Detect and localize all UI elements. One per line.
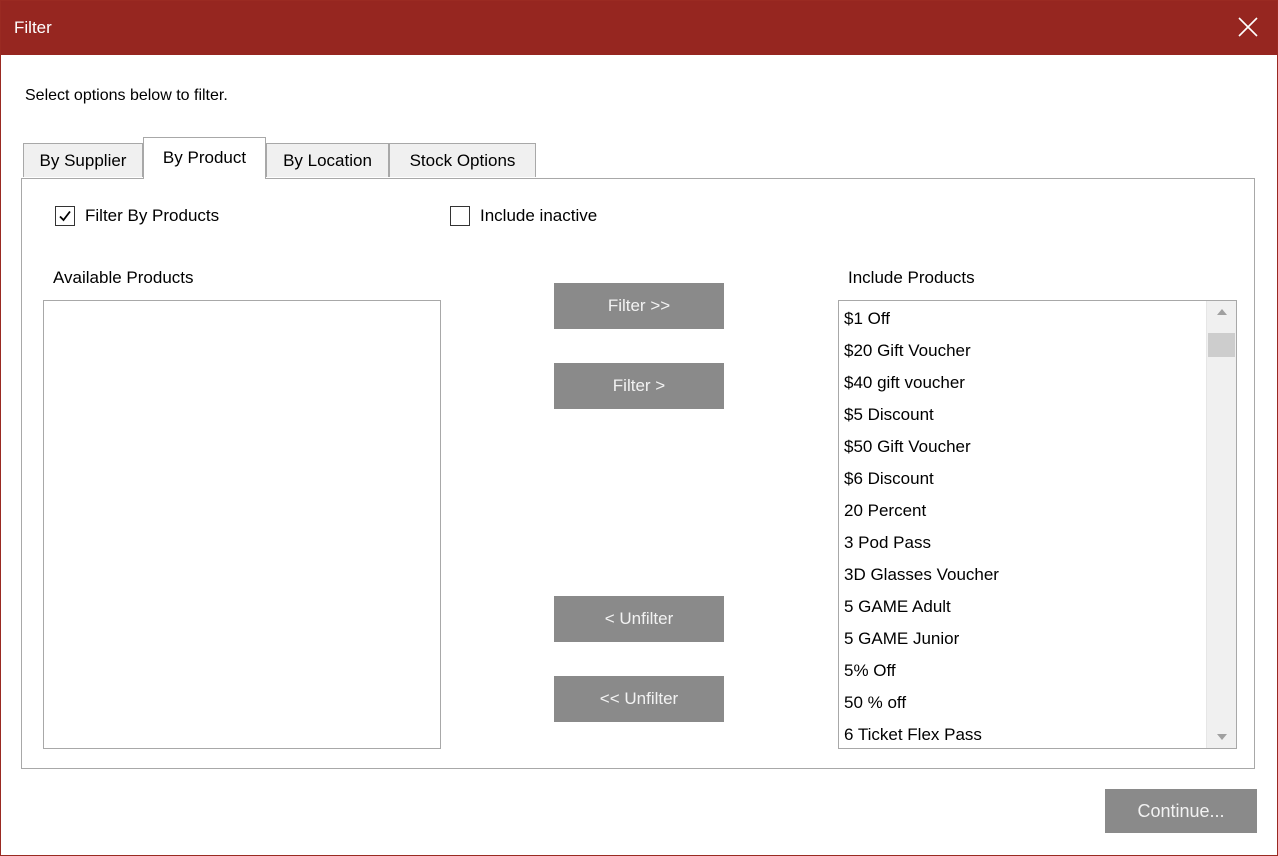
tab-stock-options[interactable]: Stock Options (389, 143, 536, 177)
include-products-label: Include Products (848, 268, 975, 287)
include-inactive-label: Include inactive (480, 206, 598, 225)
tab-by-supplier[interactable]: By Supplier (23, 143, 143, 177)
list-item[interactable]: $50 Gift Voucher (839, 431, 1207, 463)
list-item[interactable]: $5 Discount (839, 399, 1207, 431)
list-item[interactable]: $20 Gift Voucher (839, 335, 1207, 367)
title-bar: Filter (1, 1, 1277, 55)
tab-by-product[interactable]: By Product (143, 137, 266, 179)
include-products-list[interactable]: $1 Off $20 Gift Voucher $40 gift voucher $5… (838, 300, 1237, 749)
window-title: Filter (14, 18, 52, 37)
filter-by-products-label: Filter By Products (85, 206, 220, 225)
scroll-thumb[interactable] (1208, 333, 1235, 357)
list-item[interactable]: 50 % off (839, 687, 1207, 719)
include-list-scrollbar[interactable] (1206, 301, 1236, 748)
close-icon (1238, 17, 1258, 37)
list-item[interactable]: 6 Ticket Flex Pass (839, 719, 1207, 748)
include-inactive-checkbox[interactable]: Include inactive (450, 206, 597, 226)
filter-all-button[interactable]: Filter >> (554, 283, 724, 329)
filter-by-products-box[interactable] (55, 206, 75, 226)
close-button[interactable] (1217, 1, 1277, 55)
scroll-up-button[interactable] (1207, 301, 1236, 323)
unfilter-button[interactable]: < Unfilter (554, 596, 724, 642)
list-item[interactable]: 20 Percent (839, 495, 1207, 527)
instruction-text: Select options below to filter. (25, 87, 228, 104)
scroll-down-button[interactable] (1207, 726, 1236, 748)
available-products-list[interactable] (43, 300, 441, 749)
list-item[interactable]: 5 GAME Junior (839, 623, 1207, 655)
checkmark-icon (59, 210, 71, 222)
list-item[interactable]: 3 Pod Pass (839, 527, 1207, 559)
available-products-label: Available Products (53, 268, 194, 287)
list-item[interactable]: 3D Glasses Voucher (839, 559, 1207, 591)
list-item[interactable]: $6 Discount (839, 463, 1207, 495)
unfilter-all-button[interactable]: << Unfilter (554, 676, 724, 722)
filter-dialog: Filter Select options below to filter. B… (0, 0, 1278, 856)
scroll-up-arrow-icon (1217, 309, 1227, 315)
filter-by-products-checkbox[interactable]: Filter By Products (55, 206, 219, 226)
continue-button[interactable]: Continue... (1105, 789, 1257, 833)
list-item[interactable]: 5% Off (839, 655, 1207, 687)
list-item[interactable]: $40 gift voucher (839, 367, 1207, 399)
list-item[interactable]: $1 Off (839, 303, 1207, 335)
scroll-down-arrow-icon (1217, 734, 1227, 740)
include-products-items: $1 Off $20 Gift Voucher $40 gift voucher $5… (839, 303, 1207, 748)
include-inactive-box[interactable] (450, 206, 470, 226)
tab-by-location[interactable]: By Location (266, 143, 389, 177)
list-item[interactable]: 5 GAME Adult (839, 591, 1207, 623)
filter-button[interactable]: Filter > (554, 363, 724, 409)
